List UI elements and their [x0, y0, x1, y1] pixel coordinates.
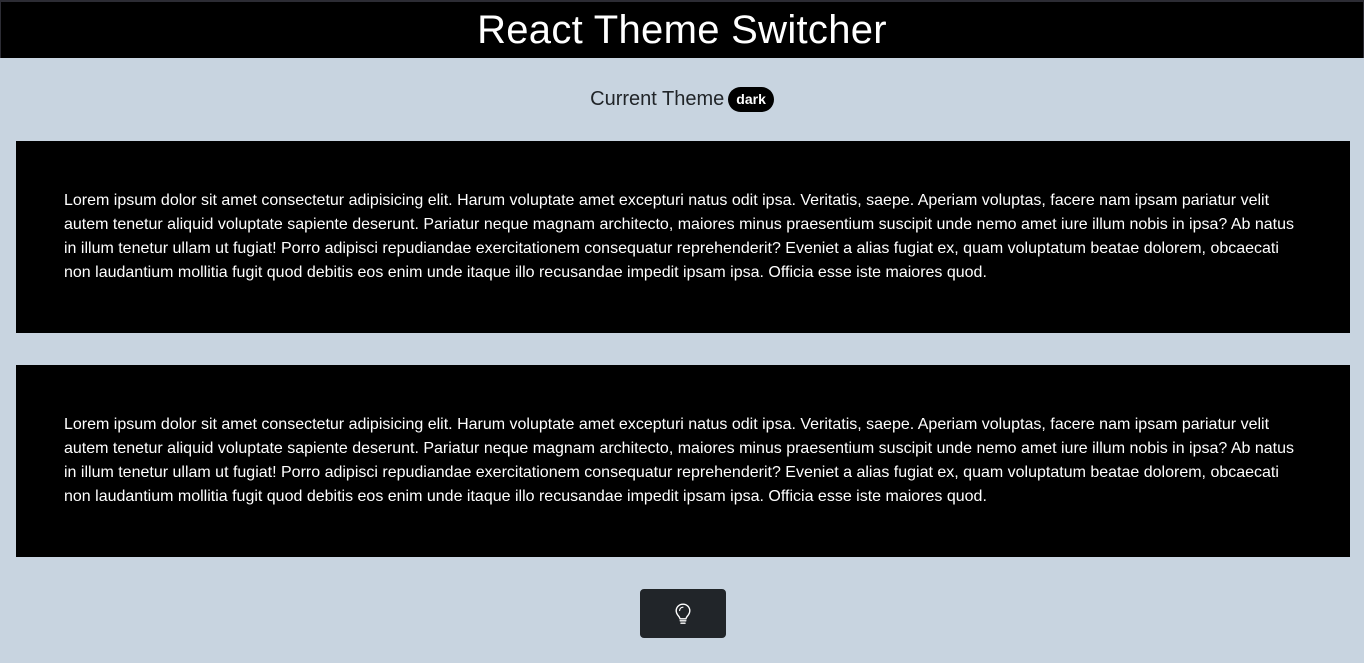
app-header: React Theme Switcher	[0, 2, 1364, 58]
card-text: Lorem ipsum dolor sit amet consectetur a…	[64, 416, 1295, 505]
page-title: React Theme Switcher	[477, 8, 887, 52]
content-card: Lorem ipsum dolor sit amet consectetur a…	[16, 365, 1350, 557]
card-text: Lorem ipsum dolor sit amet consectetur a…	[64, 192, 1295, 281]
theme-badge: dark	[728, 86, 774, 112]
current-theme-label: Current Theme	[590, 87, 725, 110]
content-card: Lorem ipsum dolor sit amet consectetur a…	[16, 141, 1350, 333]
theme-toggle-button[interactable]	[640, 589, 726, 638]
current-theme-indicator: Current Theme dark	[0, 84, 1364, 114]
lightbulb-icon	[675, 603, 691, 624]
